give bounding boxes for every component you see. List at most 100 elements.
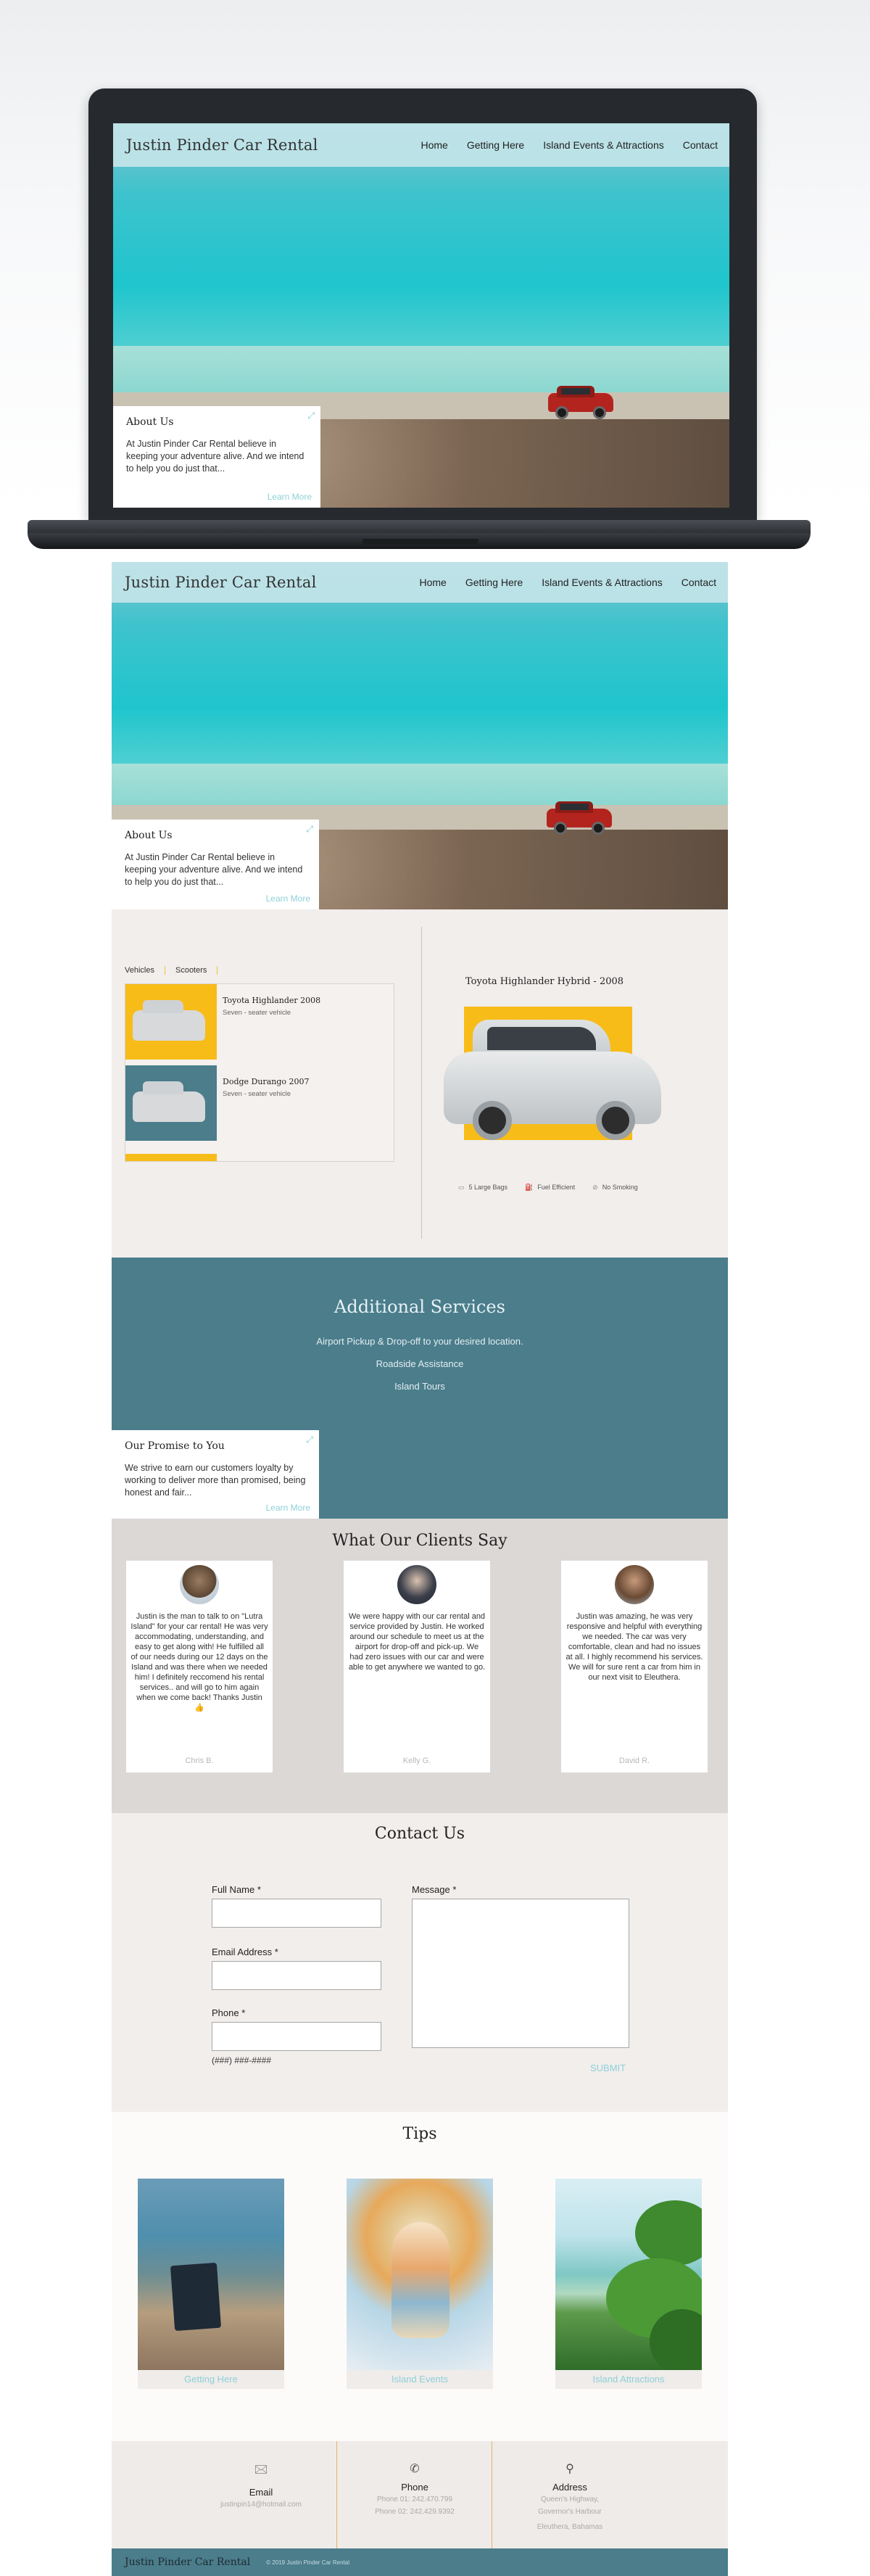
inbox-icon: 🖂 [254, 2464, 268, 2476]
promise-text: We strive to earn our customers loyalty … [125, 1463, 306, 1498]
tip-image [555, 2179, 702, 2370]
vehicle-thumbnail [125, 1065, 217, 1141]
tip-link[interactable]: Island Attractions [555, 2370, 702, 2389]
testimonials-title: What Our Clients Say [332, 1532, 508, 1550]
about-title: About Us [125, 830, 173, 841]
service-item: Airport Pickup & Drop-off to your desire… [316, 1336, 523, 1347]
submit-button[interactable]: SUBMIT [590, 2063, 626, 2073]
vehicle-item[interactable]: Dodge Durango 2007 Seven - seater vehicl… [125, 1065, 394, 1145]
testimonial-text: Justin is the man to talk to on "Lutra I… [130, 1612, 268, 1712]
footer: Justin Pinder Car Rental © 2019 Justin P… [112, 2548, 728, 2576]
nav-menu: Home Getting Here Island Events & Attrac… [419, 577, 716, 588]
feature-item: ▭ 5 Large Bags [458, 1184, 508, 1191]
tips-title: Tips [402, 2125, 437, 2143]
email-value[interactable]: justinpin14@hotmail.com [184, 2499, 338, 2510]
promise-learn-more[interactable]: Learn More [266, 1503, 310, 1513]
tip-card[interactable]: Island Attractions [555, 2179, 702, 2389]
message-label: Message * [412, 1884, 457, 1895]
nav-home[interactable]: Home [419, 577, 446, 588]
avatar [615, 1565, 654, 1604]
feature-item: ⛽ Fuel Efficient [525, 1184, 576, 1191]
email-label: Email Address * [212, 1947, 278, 1957]
testimonial-card: Justin was amazing, he was very responsi… [561, 1561, 708, 1772]
vehicle-subtitle: Seven - seater vehicle [223, 1009, 291, 1017]
brand-logo[interactable]: Justin Pinder Car Rental [125, 574, 317, 591]
laptop-display: Justin Pinder Car Rental Home Getting He… [113, 123, 729, 508]
laptop-hinge [28, 520, 811, 534]
promise-title: Our Promise to You [125, 1440, 225, 1452]
tip-card[interactable]: Getting Here [138, 2179, 284, 2389]
address-title: Address [552, 2482, 587, 2493]
avatar [397, 1565, 436, 1604]
phone-line-2[interactable]: Phone 02: 242.429.9392 [338, 2506, 492, 2517]
tab-scooters[interactable]: Scooters [175, 966, 218, 975]
tips-section: Tips Getting Here Island Events Island A… [112, 2112, 728, 2441]
message-textarea[interactable] [412, 1899, 629, 2048]
about-text: At Justin Pinder Car Rental believe in k… [126, 439, 304, 474]
navbar: Justin Pinder Car Rental Home Getting He… [112, 562, 728, 603]
nav-menu: Home Getting Here Island Events & Attrac… [420, 139, 718, 151]
address-info: ⚲ Address Queen's Highway, Governor's Ha… [493, 2441, 647, 2548]
about-learn-more[interactable]: Learn More [266, 893, 310, 904]
phone-format-hint: (###) ###-#### [212, 2055, 272, 2065]
services-section: Additional Services Airport Pickup & Dro… [112, 1258, 728, 1519]
expand-icon[interactable]: ⤢ [307, 410, 315, 421]
footer-copyright: © 2019 Justin Pinder Car Rental [266, 2559, 350, 2566]
info-section: 🖂 Email justinpin14@hotmail.com ✆ Phone … [112, 2441, 728, 2548]
brand-logo[interactable]: Justin Pinder Car Rental [126, 136, 318, 154]
full-name-input[interactable] [212, 1899, 381, 1928]
footer-brand[interactable]: Justin Pinder Car Rental [125, 2556, 250, 2568]
full-page: Justin Pinder Car Rental Home Getting He… [112, 562, 728, 2576]
nav-getting-here[interactable]: Getting Here [465, 577, 523, 588]
vehicle-item[interactable]: Toyota Highlander 2008 Seven - seater ve… [125, 984, 394, 1064]
divider [421, 927, 422, 1239]
suitcase-icon: ▭ [458, 1184, 465, 1191]
phone-info: ✆ Phone Phone 01: 242.470.799 Phone 02: … [338, 2441, 492, 2548]
vehicle-subtitle: Seven - seater vehicle [223, 1090, 291, 1098]
jeep-image [548, 386, 613, 419]
service-item: Island Tours [394, 1381, 445, 1392]
about-learn-more[interactable]: Learn More [268, 492, 312, 502]
email-title: Email [249, 2487, 273, 2498]
address-line-2: Governor's Harbour [538, 2508, 602, 2516]
phone-input[interactable] [212, 2022, 381, 2051]
divider [336, 2441, 337, 2548]
tab-vehicles[interactable]: Vehicles [125, 966, 165, 975]
nav-contact[interactable]: Contact [682, 577, 716, 588]
full-name-label: Full Name * [212, 1884, 261, 1895]
nav-events[interactable]: Island Events & Attractions [542, 577, 663, 588]
phone-line-1[interactable]: Phone 01: 242.470.799 [338, 2494, 492, 2505]
tip-link[interactable]: Island Events [347, 2370, 493, 2389]
email-input[interactable] [212, 1961, 381, 1990]
testimonial-author: Chris B. [185, 1756, 214, 1765]
testimonial-card: Justin is the man to talk to on "Lutra I… [126, 1561, 273, 1772]
selected-vehicle-title: Toyota Highlander Hybrid - 2008 [465, 976, 624, 987]
expand-icon[interactable]: ⤢ [306, 1434, 313, 1445]
expand-icon[interactable]: ⤢ [306, 824, 313, 835]
vehicle-thumbnail [125, 984, 217, 1060]
phone-icon: ✆ [410, 2463, 420, 2475]
phone-title: Phone [401, 2482, 428, 2493]
phone-label: Phone * [212, 2007, 246, 2018]
testimonial-text: Justin was amazing, he was very responsi… [566, 1612, 703, 1682]
tip-image [138, 2179, 284, 2370]
vehicle-list: Toyota Highlander 2008 Seven - seater ve… [125, 983, 394, 1162]
testimonials-section: What Our Clients Say Justin is the man t… [112, 1519, 728, 1813]
vehicle-thumbnail-partial [125, 1154, 217, 1161]
testimonial-card: We were happy with our car rental and se… [344, 1561, 490, 1772]
testimonial-author: David R. [618, 1756, 650, 1765]
nav-getting-here[interactable]: Getting Here [467, 139, 524, 151]
location-pin-icon: ⚲ [566, 2463, 574, 2475]
vehicles-section: Vehicles Scooters Toyota Highlander 2008… [112, 909, 728, 1258]
about-title: About Us [126, 416, 174, 428]
promise-card: ⤢ Our Promise to You We strive to earn o… [112, 1430, 319, 1519]
nav-events[interactable]: Island Events & Attractions [543, 139, 664, 151]
hero-image: Justin Pinder Car Rental Home Getting He… [112, 562, 728, 909]
vehicle-name: Dodge Durango 2007 [223, 1077, 310, 1086]
about-card: ⤢ About Us At Justin Pinder Car Rental b… [113, 406, 320, 508]
nav-contact[interactable]: Contact [683, 139, 718, 151]
tip-link[interactable]: Getting Here [138, 2370, 284, 2389]
navbar: Justin Pinder Car Rental Home Getting He… [113, 123, 729, 167]
tip-card[interactable]: Island Events [347, 2179, 493, 2389]
nav-home[interactable]: Home [420, 139, 447, 151]
